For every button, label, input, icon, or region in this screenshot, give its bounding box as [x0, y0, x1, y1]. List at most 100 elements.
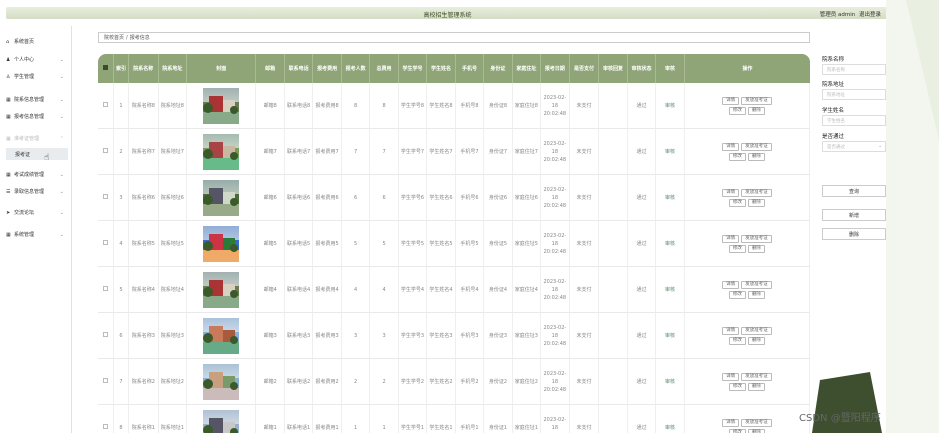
row-checkbox[interactable]: [103, 101, 109, 107]
dept-name-input[interactable]: 院系名称: [822, 64, 886, 75]
cell-idx: 3: [114, 175, 129, 221]
row-checkbox[interactable]: [103, 239, 109, 245]
cell-date: 2023-02-18 20:02:48: [541, 221, 570, 267]
table-row: 2 院系名称7 院系地址7 邮箱7 联系电话7 报考费用7 7 7 学生学号7 学生姓名7 手机号7…: [98, 129, 810, 175]
cover-image: [203, 363, 240, 400]
issue-ticket-button[interactable]: 发放准考证: [741, 142, 772, 151]
chevron-icon: ⌄: [59, 113, 64, 120]
search-button[interactable]: 查询: [822, 185, 886, 197]
actions-cell: 详情 发放准考证 修改 删除: [684, 83, 810, 129]
cell-sname: 学生姓名4: [427, 267, 456, 313]
breadcrumb-home[interactable]: 院校首页: [104, 34, 124, 41]
cell-phone: 联系电话5: [284, 221, 314, 267]
delete-row-button[interactable]: 删除: [747, 152, 765, 161]
sidebar-subitem-admission-ticket[interactable]: 报考证: [6, 148, 68, 160]
sidebar-item-label: 考试成绩管理: [14, 172, 45, 178]
issue-ticket-button[interactable]: 发放准考证: [741, 96, 772, 105]
detail-button[interactable]: 详情: [722, 96, 740, 105]
edit-button[interactable]: 修改: [728, 382, 746, 391]
edit-button[interactable]: 修改: [728, 336, 746, 345]
select-all-checkbox[interactable]: [103, 64, 109, 70]
cell-home: 家庭住址3: [512, 313, 542, 359]
issue-ticket-button[interactable]: 发放准考证: [741, 326, 772, 335]
cover-cell: [187, 313, 257, 359]
audit-link[interactable]: 审核: [665, 425, 675, 431]
row-checkbox[interactable]: [103, 331, 109, 337]
column-header: 家庭住址: [512, 54, 542, 83]
audit-link[interactable]: 审核: [665, 103, 675, 109]
issue-ticket-button[interactable]: 发放准考证: [741, 188, 772, 197]
sidebar-item-0[interactable]: ⌂ 系统首页: [6, 36, 68, 47]
detail-button[interactable]: 详情: [722, 418, 740, 427]
sidebar-item-1[interactable]: ♟ 个人中心 ⌄: [6, 54, 68, 65]
cover-image: [203, 87, 240, 124]
cell-idcard: 身份证4: [484, 267, 513, 313]
detail-button[interactable]: 详情: [722, 326, 740, 335]
audit-link[interactable]: 审核: [665, 287, 675, 293]
detail-button[interactable]: 详情: [722, 280, 740, 289]
row-checkbox[interactable]: [103, 147, 109, 153]
row-checkbox[interactable]: [103, 377, 109, 383]
issue-ticket-button[interactable]: 发放准考证: [741, 234, 772, 243]
detail-button[interactable]: 详情: [722, 142, 740, 151]
detail-button[interactable]: 详情: [722, 234, 740, 243]
delete-row-button[interactable]: 删除: [747, 336, 765, 345]
sidebar-item-2[interactable]: ♙ 学生管理 ⌄: [6, 71, 68, 82]
row-checkbox[interactable]: [103, 285, 109, 291]
edit-button[interactable]: 修改: [728, 106, 746, 115]
cell-reply: [599, 83, 628, 129]
edit-button[interactable]: 修改: [728, 152, 746, 161]
sidebar-item-7[interactable]: ☰ 录取信息管理 ⌄: [6, 186, 68, 197]
column-header: 邮箱: [256, 54, 285, 83]
data-table-wrapper: 索引 院系名称 院系地址 封面 邮箱 联系电话 报考费用 报考人数 总费用 学生学号 学生姓名 手机号…: [98, 54, 810, 433]
edit-button[interactable]: 修改: [728, 290, 746, 299]
cover-cell: [187, 359, 257, 405]
delete-row-button[interactable]: 删除: [747, 198, 765, 207]
cover-cell: [187, 83, 257, 129]
delete-row-button[interactable]: 删除: [747, 428, 765, 433]
edit-button[interactable]: 修改: [728, 244, 746, 253]
student-name-input[interactable]: 学生姓名: [822, 115, 886, 126]
sidebar-item-3[interactable]: ▦ 院系信息管理 ⌄: [6, 94, 68, 105]
issue-ticket-button[interactable]: 发放准考证: [741, 372, 772, 381]
cell-sid: 学生学号4: [398, 267, 428, 313]
audit-link[interactable]: 审核: [665, 149, 675, 155]
sidebar-item-6[interactable]: ▦ 考试成绩管理 ⌄: [6, 169, 68, 180]
audit-link[interactable]: 审核: [665, 241, 675, 247]
detail-button[interactable]: 详情: [722, 188, 740, 197]
delete-row-button[interactable]: 删除: [747, 290, 765, 299]
sidebar-item-5[interactable]: ▦ 准考证管理 ⌃: [6, 133, 68, 144]
dept-addr-input[interactable]: 院系地址: [822, 89, 886, 100]
audit-link[interactable]: 审核: [665, 379, 675, 385]
column-header: 院系地址: [158, 54, 188, 83]
cell-paid: 未支付: [569, 221, 600, 267]
sidebar-item-8[interactable]: ➤ 交流论坛 ⌄: [6, 207, 68, 218]
sidebar: ⌂ 系统首页 ♟ 个人中心 ⌄ ♙ 学生管理 ⌄ ▦ 院系信息管理 ⌄ ▦ 报考信息管理 ⌄ ▦ 准考证管理 ⌃…: [0, 26, 72, 433]
detail-button[interactable]: 详情: [722, 372, 740, 381]
row-checkbox[interactable]: [103, 193, 109, 199]
watermark: CSDN @暨阳程序: [799, 413, 881, 424]
edit-button[interactable]: 修改: [728, 428, 746, 433]
row-checkbox-cell: [98, 267, 115, 313]
audit-link[interactable]: 审核: [665, 333, 675, 339]
delete-row-button[interactable]: 删除: [747, 244, 765, 253]
cell-num: 3: [341, 313, 371, 359]
add-button[interactable]: 新增: [822, 209, 886, 221]
cell-addr: 院系地址2: [158, 359, 188, 405]
delete-row-button[interactable]: 删除: [747, 382, 765, 391]
issue-ticket-button[interactable]: 发放准考证: [741, 280, 772, 289]
logout-link[interactable]: 退出登录: [859, 12, 881, 18]
table-row: 7 院系名称2 院系地址2 邮箱2 联系电话2 报考费用2 2 2 学生学号2 学生姓名2 手机号2…: [98, 359, 810, 405]
app-title: 高校招生管理系统: [423, 12, 472, 19]
cell-mobile: 手机号8: [455, 83, 485, 129]
delete-row-button[interactable]: 删除: [747, 106, 765, 115]
edit-button[interactable]: 修改: [728, 198, 746, 207]
row-checkbox[interactable]: [103, 423, 109, 429]
sidebar-item-4[interactable]: ▦ 报考信息管理 ⌄: [6, 111, 68, 122]
audit-link[interactable]: 审核: [665, 195, 675, 201]
issue-ticket-button[interactable]: 发放准考证: [741, 418, 772, 427]
approved-select[interactable]: 是否通过 ⌄: [822, 141, 886, 152]
row-checkbox-cell: [98, 359, 115, 405]
delete-button[interactable]: 删除: [822, 228, 886, 240]
sidebar-item-9[interactable]: ▦ 系统管理 ⌄: [6, 229, 68, 240]
